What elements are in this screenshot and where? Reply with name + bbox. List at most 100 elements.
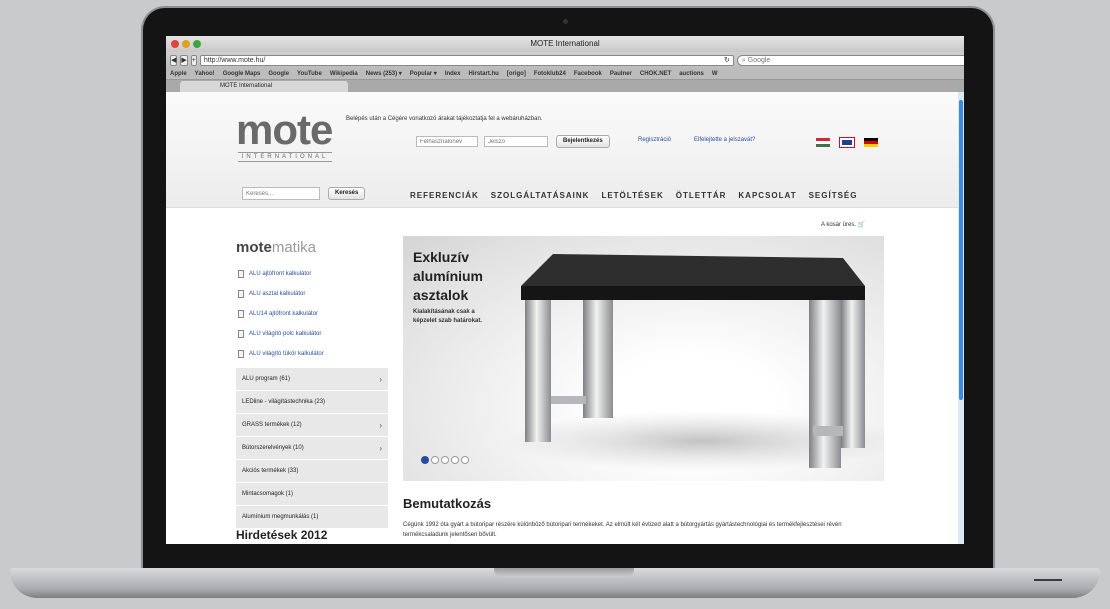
category-label: Akciós termékek (33)	[242, 468, 299, 474]
back-icon[interactable]: ◀	[170, 54, 178, 66]
document-icon	[238, 330, 244, 338]
category-item[interactable]: Akciós termékek (33)	[236, 460, 388, 483]
slider-dots	[421, 456, 469, 464]
flag-de-icon[interactable]	[864, 138, 878, 147]
intro-text: Cégünk 1992 óta gyárt a bútoripar részér…	[403, 522, 842, 538]
site-search-button[interactable]: Keresés	[328, 187, 366, 200]
calculator-link[interactable]: ALU asztal kalkulátor	[249, 291, 305, 297]
nav-szolgaltatasaink[interactable]: SZOLGÁLTATÁSAINK	[491, 191, 590, 200]
bookmarks-bar: Apple Yahoo! Google Maps Google YouTube …	[166, 68, 964, 80]
slider-dot[interactable]	[431, 456, 439, 464]
document-icon	[238, 310, 244, 318]
category-label: Alumínium megmunkálás (1)	[242, 514, 319, 520]
slider-dot[interactable]	[441, 456, 449, 464]
site-logo-sub: INTERNATIONAL	[238, 152, 332, 162]
category-item[interactable]: LEDline - világítástechnika (23)	[236, 391, 388, 414]
close-icon[interactable]	[171, 40, 179, 48]
calculator-link[interactable]: ALU világító tükör kalkulátor	[249, 351, 324, 357]
bookmark-item[interactable]: Apple	[170, 71, 187, 77]
browser-search-input[interactable]: ⌕ Google	[736, 54, 964, 66]
bookmark-item[interactable]: Hirstart.hu	[468, 71, 498, 77]
calculator-link[interactable]: ALU világító polc kalkulátor	[249, 331, 321, 337]
bookmark-item[interactable]: [origo]	[507, 71, 526, 77]
list-item[interactable]: ALU asztal kalkulátor	[238, 284, 324, 304]
login-button[interactable]: Bejelentkezés	[556, 135, 610, 148]
laptop-led	[1034, 579, 1062, 581]
bookmark-item[interactable]: CHOK.NET	[640, 71, 671, 77]
page-scrollbar[interactable]	[958, 92, 964, 544]
nav-letoltesek[interactable]: LETÖLTÉSEK	[601, 191, 663, 200]
username-field[interactable]	[416, 136, 478, 147]
camera-icon	[563, 19, 568, 24]
minimize-icon[interactable]	[182, 40, 190, 48]
chevron-right-icon: ›	[379, 444, 382, 453]
site-header: mote INTERNATIONAL Belépés után a Cégére…	[166, 92, 964, 208]
flag-hu-icon[interactable]	[816, 138, 830, 147]
hero-slider[interactable]: Exkluzív alumínium asztalok Kialakításán…	[403, 236, 884, 481]
category-label: LEDline - világítástechnika (23)	[242, 399, 326, 405]
cart-status[interactable]: A kosár üres. 🛒	[821, 221, 865, 228]
bookmark-item[interactable]: YouTube	[297, 71, 322, 77]
bookmark-item[interactable]: Paulner	[610, 71, 632, 77]
list-item[interactable]: ALU világító tükör kalkulátor	[238, 344, 324, 364]
forward-icon[interactable]: ▶	[180, 54, 188, 66]
bookmark-item[interactable]: W	[712, 71, 718, 77]
bookmark-item[interactable]: Fotoklub24	[534, 71, 566, 77]
bookmark-item[interactable]: Facebook	[574, 71, 602, 77]
calculator-link[interactable]: ALU14 ajtófront kalkulátor	[249, 311, 318, 317]
scrollbar-thumb[interactable]	[959, 100, 963, 400]
calculator-link[interactable]: ALU ajtófront kalkulátor	[249, 271, 311, 277]
reload-icon[interactable]: ↻	[724, 56, 730, 65]
bookmark-item[interactable]: auctions	[679, 71, 704, 77]
window-title: MOTE International	[530, 39, 600, 48]
intro-title: Bemutatkozás	[403, 496, 492, 511]
slider-dot[interactable]	[451, 456, 459, 464]
bookmark-item[interactable]: Popular ▾	[410, 70, 437, 77]
category-item[interactable]: GRASS termékek (12) ›	[236, 414, 388, 437]
category-label: GRASS termékek (12)	[242, 422, 302, 428]
bookmark-item[interactable]: Google	[268, 71, 289, 77]
table-image	[503, 254, 884, 471]
chevron-right-icon: ›	[379, 421, 382, 430]
bookmark-item[interactable]: Index	[445, 71, 461, 77]
tab-mote[interactable]: MOTE International	[180, 81, 348, 92]
category-label: Bútorszerelvények (10)	[242, 445, 304, 451]
bookmark-item[interactable]: News (253) ▾	[366, 70, 402, 77]
maximize-icon[interactable]	[193, 40, 201, 48]
add-bookmark-icon[interactable]: +	[190, 54, 197, 66]
flag-en-icon[interactable]	[839, 137, 855, 148]
forgot-password-link[interactable]: Elfelejtette a jelszavát?	[694, 137, 755, 143]
category-item[interactable]: Bútorszerelvények (10) ›	[236, 437, 388, 460]
tab-bar: MOTE International	[166, 80, 964, 92]
cart-text: A kosár üres.	[821, 222, 857, 228]
slider-dot[interactable]	[421, 456, 429, 464]
laptop-base-notch	[494, 568, 634, 577]
register-link[interactable]: Regisztráció	[638, 137, 671, 143]
bookmark-item[interactable]: Google Maps	[223, 71, 261, 77]
nav-otlettar[interactable]: ÖTLETTÁR	[676, 191, 727, 200]
bookmark-item[interactable]: Yahoo!	[195, 71, 215, 77]
login-hint: Belépés után a Cégére vonatkozó árakat t…	[346, 116, 543, 122]
list-item[interactable]: ALU világító polc kalkulátor	[238, 324, 324, 344]
address-bar[interactable]: http://www.mote.hu/ ↻	[199, 54, 734, 66]
motematika-title: motematika	[236, 239, 316, 256]
bookmark-item[interactable]: Wikipedia	[330, 71, 358, 77]
category-list: ALU program (61) › LEDline - világítástec…	[236, 368, 388, 529]
main-nav: REFERENCIÁK SZOLGÁLTATÁSAINK LETÖLTÉSEK …	[410, 191, 858, 200]
password-field[interactable]	[484, 136, 548, 147]
category-item[interactable]: ALU program (61) ›	[236, 368, 388, 391]
category-item[interactable]: Mintacsomagok (1)	[236, 483, 388, 506]
document-icon	[238, 290, 244, 298]
nav-segitseg[interactable]: SEGÍTSÉG	[809, 191, 858, 200]
nav-referenciak[interactable]: REFERENCIÁK	[410, 191, 479, 200]
site-search-input[interactable]	[242, 187, 320, 200]
ads-title: Hirdetések 2012	[236, 528, 328, 542]
site-logo[interactable]: mote	[236, 106, 333, 154]
nav-kapcsolat[interactable]: KAPCSOLAT	[738, 191, 796, 200]
browser-titlebar: MOTE International	[166, 36, 964, 52]
category-item[interactable]: Alumínium megmunkálás (1)	[236, 506, 388, 529]
list-item[interactable]: ALU14 ajtófront kalkulátor	[238, 304, 324, 324]
slider-dot[interactable]	[461, 456, 469, 464]
list-item[interactable]: ALU ajtófront kalkulátor	[238, 264, 324, 284]
calculator-list: ALU ajtófront kalkulátor ALU asztal kalk…	[238, 264, 324, 364]
